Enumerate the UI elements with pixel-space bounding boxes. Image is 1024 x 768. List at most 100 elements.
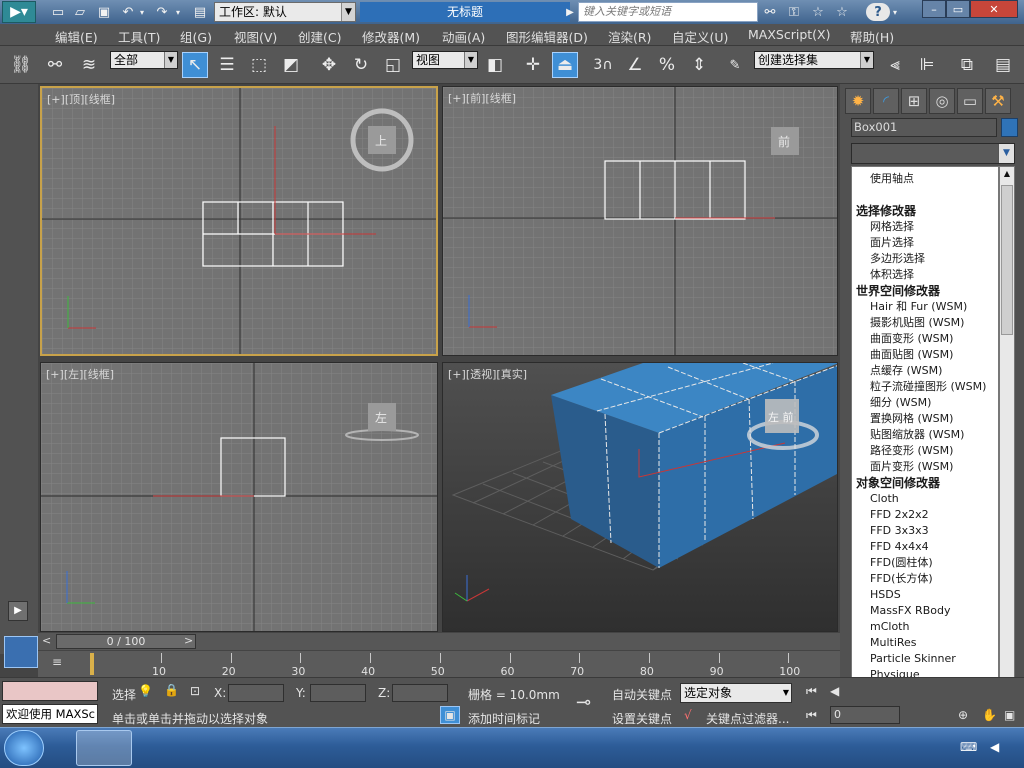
bind-space-warp-icon[interactable]: ≋ <box>76 52 102 78</box>
viewport-shading[interactable]: [线框] <box>84 93 115 106</box>
unlink-icon[interactable]: ⚯ <box>42 52 68 78</box>
maxscript-listener-input[interactable]: 欢迎使用 MAXSc <box>2 704 98 724</box>
show-desktop-icon[interactable]: ◀ <box>990 740 999 754</box>
goto-start-icon[interactable]: ⏮ <box>806 684 817 699</box>
curve-editor-icon[interactable]: ≡ <box>52 655 62 669</box>
viewport-plus-menu[interactable]: [+] <box>448 368 466 381</box>
menu-modifiers[interactable]: 修改器(M) <box>362 27 420 46</box>
undo-dropdown-icon[interactable]: ▾ <box>136 3 148 21</box>
viewport-left[interactable]: 左 [+][左][线框] <box>40 362 438 632</box>
auto-key-button[interactable]: 自动关键点 <box>612 686 672 703</box>
help-icon[interactable]: ? <box>866 3 890 21</box>
viewcube-label[interactable]: 左 <box>375 410 387 425</box>
current-frame-field[interactable]: 0 <box>830 706 900 724</box>
viewport-top[interactable]: 上 [+][顶][线框] <box>40 86 438 356</box>
mirror-icon[interactable]: ⫷ <box>882 52 908 78</box>
add-time-tag-icon[interactable]: ▣ <box>440 706 460 724</box>
favorite-icon[interactable]: ☆ <box>832 3 852 21</box>
undo-icon[interactable]: ↶ <box>118 3 138 21</box>
viewport-name[interactable]: [左] <box>64 368 84 381</box>
window-crossing-icon[interactable]: ◩ <box>278 52 304 78</box>
modifier-list-item[interactable]: 曲面变形 (WSM) <box>870 331 953 347</box>
modifier-list-item[interactable]: HSDS <box>870 587 901 603</box>
layer-manager-icon[interactable]: ⧉ <box>954 52 980 78</box>
object-color-swatch[interactable] <box>1001 118 1018 137</box>
redo-icon[interactable]: ↷ <box>152 3 172 21</box>
menu-create[interactable]: 创建(C) <box>298 27 341 46</box>
angle-snap-icon[interactable]: ∠ <box>622 52 648 78</box>
maxscript-listener-pink[interactable] <box>2 681 98 701</box>
viewport-name[interactable]: [透视] <box>466 368 497 381</box>
binoculars-icon[interactable]: ⚯ <box>760 3 780 21</box>
timeline-cursor[interactable] <box>90 653 94 675</box>
modifier-list-item[interactable]: FFD 4x4x4 <box>870 539 929 555</box>
modifier-list-item[interactable]: MultiRes <box>870 635 917 651</box>
snap-toggle-icon[interactable]: 3 ∩ <box>590 52 616 78</box>
workspace-selector[interactable]: 工作区: 默认 ▼ <box>214 2 356 22</box>
viewport-shading[interactable]: [线框] <box>83 368 114 381</box>
modifier-list-item[interactable]: 细分 (WSM) <box>870 395 931 411</box>
viewport-name[interactable]: [顶] <box>65 93 85 106</box>
modifier-list-item[interactable]: FFD(圆柱体) <box>870 555 933 571</box>
viewport-perspective[interactable]: 左 前 [+][透视][真实] <box>442 362 838 632</box>
named-selection-dropdown[interactable]: 创建选择集 ▼ <box>754 51 874 69</box>
modifier-list-item[interactable]: 粒子流碰撞图形 (WSM) <box>870 379 986 395</box>
select-object-icon[interactable]: ↖ <box>182 52 208 78</box>
hierarchy-tab-icon[interactable]: ⊞ <box>901 88 927 114</box>
star-icon[interactable]: ☆ <box>808 3 828 21</box>
viewport-label[interactable]: [+][左][线框] <box>46 366 114 382</box>
align-icon[interactable]: ⊫ <box>914 52 940 78</box>
menu-customize[interactable]: 自定义(U) <box>672 27 728 46</box>
modifier-list-dropdown[interactable]: ▼ <box>851 143 1015 164</box>
link-icon[interactable]: ⛓ <box>8 52 34 78</box>
move-icon[interactable]: ✥ <box>316 52 342 78</box>
modifier-list-item[interactable]: 摄影机贴图 (WSM) <box>870 315 964 331</box>
spinner-snap-icon[interactable]: ⇕ <box>686 52 712 78</box>
modifier-list-item[interactable]: FFD(长方体) <box>870 571 933 587</box>
viewport-front[interactable]: 前 [+][前][线框] <box>442 86 838 356</box>
viewcube-label[interactable]: 上 <box>375 134 387 148</box>
modifier-list-item[interactable]: 置换网格 (WSM) <box>870 411 953 427</box>
modifier-list-item[interactable]: Particle Skinner <box>870 651 956 667</box>
arrow-right-icon[interactable]: ▶ <box>564 3 576 21</box>
utilities-tab-icon[interactable]: ⚒ <box>985 88 1011 114</box>
modifier-list-item[interactable]: 体积选择 <box>870 267 914 283</box>
modifier-list-item[interactable]: 面片变形 (WSM) <box>870 459 953 475</box>
viewport-plus-menu[interactable]: [+] <box>448 92 466 105</box>
modifier-list-item[interactable]: 多边形选择 <box>870 251 925 267</box>
scroll-up-icon[interactable]: ▲ <box>1000 167 1014 181</box>
object-name-field[interactable]: Box001 <box>851 118 997 137</box>
viewport-name[interactable]: [前] <box>466 92 486 105</box>
create-tab-icon[interactable]: ✹ <box>845 88 871 114</box>
edit-named-selection-icon[interactable]: ✎ <box>722 52 748 78</box>
x-coordinate-field[interactable] <box>228 684 284 702</box>
pivot-center-icon[interactable]: ◧ <box>482 52 508 78</box>
prev-frame-icon[interactable]: < <box>42 634 56 648</box>
add-time-tag[interactable]: 添加时间标记 <box>468 710 540 727</box>
keyboard-icon[interactable]: ⌨ <box>960 740 977 754</box>
track-bar[interactable]: ≡ 10 20 30 40 50 60 70 80 90 100 <box>38 651 840 678</box>
display-tab-icon[interactable]: ▭ <box>957 88 983 114</box>
viewport-label[interactable]: [+][前][线框] <box>448 90 516 106</box>
open-file-icon[interactable]: ▱ <box>70 3 90 21</box>
menu-help[interactable]: 帮助(H) <box>850 27 894 46</box>
modifier-list-item[interactable]: Cloth <box>870 491 899 507</box>
minimize-button[interactable]: – <box>922 0 946 18</box>
viewport-plus-menu[interactable]: [+] <box>46 368 64 381</box>
prev-key-icon[interactable]: ◀ <box>830 684 839 698</box>
viewport-label[interactable]: [+][透视][真实] <box>448 366 527 382</box>
set-key-mode-icon[interactable]: ⊸ <box>576 692 591 713</box>
select-and-manipulate-icon[interactable]: ✛ <box>520 52 546 78</box>
app-logo-icon[interactable]: ▶▾ <box>2 1 36 23</box>
menu-rendering[interactable]: 渲染(R) <box>608 27 651 46</box>
modify-tab-icon[interactable]: ◜ <box>873 88 899 114</box>
modifier-list-scrollbar[interactable]: ▲ ▼ <box>999 166 1015 706</box>
isolate-selection-icon[interactable]: 💡 <box>138 684 153 698</box>
key-target-dropdown[interactable]: 选定对象 ▼ <box>680 683 792 703</box>
viewport-shading[interactable]: [真实] <box>496 368 527 381</box>
viewport-plus-menu[interactable]: [+] <box>47 93 65 106</box>
zoom-extents-icon[interactable]: ⊕ <box>958 708 968 722</box>
taskbar-3dsmax-icon[interactable] <box>76 730 132 766</box>
selection-lock-icon[interactable]: 🔒 <box>164 683 179 697</box>
help-dropdown-icon[interactable]: ▾ <box>890 3 900 21</box>
